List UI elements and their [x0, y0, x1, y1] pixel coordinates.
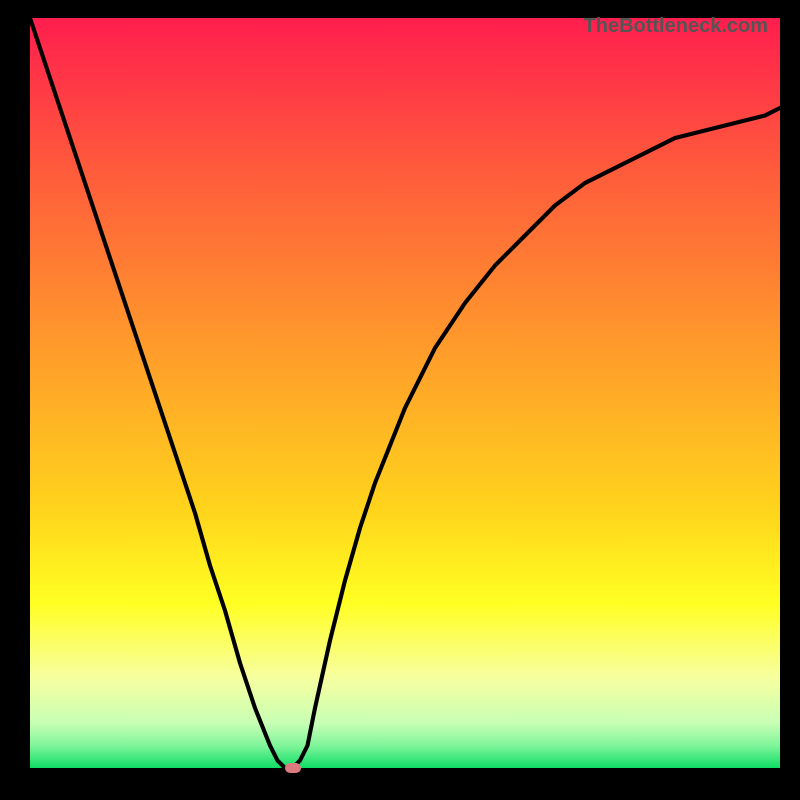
bottleneck-curve — [30, 18, 780, 768]
watermark-text: TheBottleneck.com — [584, 15, 768, 38]
chart-frame: TheBottleneck.com — [0, 0, 800, 800]
plot-area: TheBottleneck.com — [30, 18, 780, 768]
optimum-marker — [285, 763, 301, 773]
